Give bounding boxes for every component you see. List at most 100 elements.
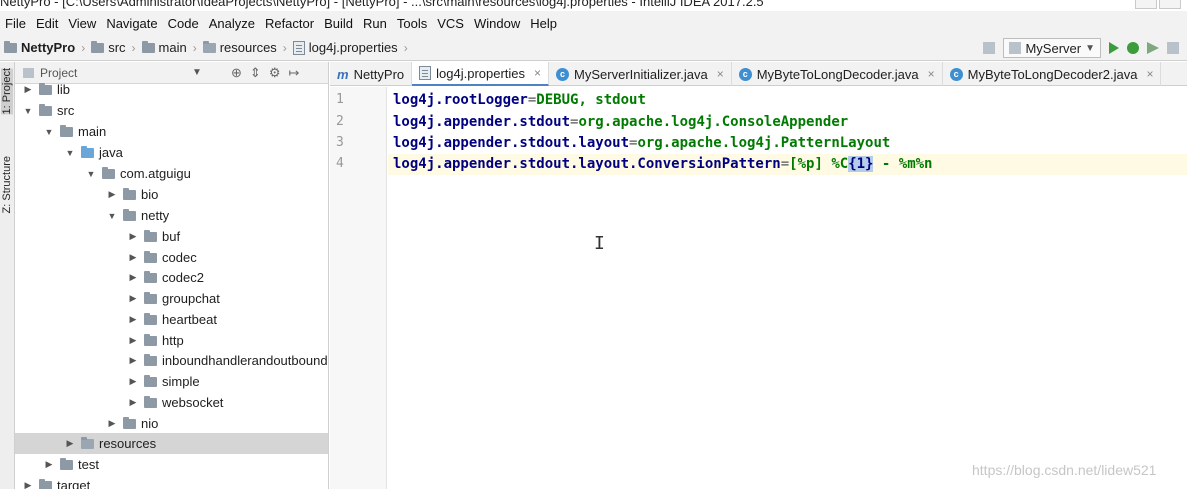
- chevron-right-icon[interactable]: ▶: [42, 459, 56, 470]
- chevron-right-icon[interactable]: ▶: [63, 438, 77, 449]
- tree-item-bio[interactable]: ▶ bio: [15, 184, 328, 205]
- breadcrumb-resources[interactable]: resources: [199, 40, 281, 55]
- chevron-right-icon[interactable]: ▶: [105, 418, 119, 429]
- chevron-right-icon[interactable]: ▶: [126, 355, 140, 366]
- menu-run[interactable]: Run: [358, 16, 392, 31]
- menu-vcs[interactable]: VCS: [432, 16, 469, 31]
- tree-item-label: codec: [162, 250, 197, 265]
- run-icon[interactable]: [1109, 42, 1119, 54]
- folder-icon: [39, 478, 52, 489]
- tree-item-src[interactable]: ▼ src: [15, 100, 328, 121]
- chevron-right-icon[interactable]: ▶: [126, 252, 140, 263]
- chevron-right-icon[interactable]: ▶: [126, 314, 140, 325]
- resources-folder-icon: [81, 436, 94, 449]
- tree-item-java[interactable]: ▼ java: [15, 142, 328, 163]
- tree-item-groupchat[interactable]: ▶ groupchat: [15, 288, 328, 309]
- chevron-down-icon[interactable]: ▼: [21, 106, 35, 116]
- close-icon[interactable]: ×: [717, 67, 724, 81]
- editor-tab-mybytetolongdecoder-java[interactable]: c MyByteToLongDecoder.java ×: [732, 62, 943, 86]
- build-icon[interactable]: [983, 42, 996, 54]
- code-line-2[interactable]: log4j.appender.stdout=org.apache.log4j.C…: [393, 114, 848, 130]
- close-icon[interactable]: ×: [928, 67, 935, 81]
- tree-item-nio[interactable]: ▶ nio: [15, 413, 328, 434]
- tree-item-com-atguigu[interactable]: ▼ com.atguigu: [15, 163, 328, 184]
- tree-item-netty[interactable]: ▼ netty: [15, 205, 328, 226]
- code-line-4[interactable]: log4j.appender.stdout.layout.ConversionP…: [393, 156, 933, 172]
- menu-tools[interactable]: Tools: [392, 16, 432, 31]
- close-icon[interactable]: ×: [1146, 67, 1153, 81]
- code-line-1[interactable]: log4j.rootLogger=DEBUG, stdout: [393, 92, 646, 108]
- menu-build[interactable]: Build: [319, 16, 358, 31]
- tab-label: log4j.properties: [436, 65, 526, 81]
- tree-item-websocket[interactable]: ▶ websocket: [15, 392, 328, 413]
- tree-item-heartbeat[interactable]: ▶ heartbeat: [15, 309, 328, 330]
- menu-navigate[interactable]: Navigate: [101, 16, 162, 31]
- chevron-down-icon[interactable]: ▼: [63, 148, 77, 158]
- menu-refactor[interactable]: Refactor: [260, 16, 319, 31]
- breadcrumb-file[interactable]: log4j.properties: [289, 40, 402, 55]
- stop-icon[interactable]: [1167, 42, 1179, 54]
- tree-item-label: codec2: [162, 270, 204, 285]
- chevron-right-icon[interactable]: ▶: [126, 335, 140, 346]
- editor-tab-myserverinitializer-java[interactable]: c MyServerInitializer.java ×: [549, 62, 732, 86]
- tree-item-codec[interactable]: ▶ codec: [15, 247, 328, 268]
- tree-item-lib[interactable]: ▶ lib: [15, 79, 328, 100]
- chevron-right-icon[interactable]: ▶: [126, 376, 140, 387]
- tool-tab-structure[interactable]: Z: Structure: [1, 156, 13, 213]
- tree-item-label: target: [57, 478, 91, 489]
- menu-window[interactable]: Window: [469, 16, 525, 31]
- tool-tab-project[interactable]: 1: Project: [1, 68, 13, 115]
- project-panel-title[interactable]: Project: [40, 66, 77, 80]
- editor-tab-nettypro[interactable]: m NettyPro: [330, 62, 413, 86]
- menu-help[interactable]: Help: [525, 16, 562, 31]
- menu-view[interactable]: View: [63, 16, 101, 31]
- run-configuration-select[interactable]: MyServer ▼: [1003, 38, 1101, 58]
- class-icon: c: [738, 67, 752, 81]
- editor-tab-mybytetolongdecoder2-java[interactable]: c MyByteToLongDecoder2.java ×: [943, 62, 1162, 86]
- menu-analyze[interactable]: Analyze: [204, 16, 260, 31]
- editor-tab-log4j-properties[interactable]: log4j.properties ×: [412, 62, 550, 86]
- chevron-right-icon[interactable]: ▶: [126, 293, 140, 304]
- chevron-down-icon[interactable]: ▼: [105, 211, 119, 221]
- chevron-right-icon[interactable]: ▶: [105, 189, 119, 200]
- menu-bar: File Edit View Navigate Code Analyze Refactor B…: [0, 11, 1187, 35]
- watermark: https://blog.csdn.net/lidew521: [972, 462, 1157, 478]
- tree-item-resources[interactable]: ▶ resources: [15, 433, 328, 454]
- run-config-icon: [1009, 42, 1022, 54]
- window-controls[interactable]: [1135, 0, 1181, 9]
- breadcrumb-src[interactable]: src: [87, 40, 129, 55]
- tree-item-main[interactable]: ▼ main: [15, 121, 328, 142]
- debug-icon[interactable]: [1127, 42, 1139, 54]
- tree-item-codec2[interactable]: ▶ codec2: [15, 267, 328, 288]
- chevron-right-icon[interactable]: ▶: [126, 397, 140, 408]
- mouse-ibeam-cursor-icon: I: [594, 233, 605, 254]
- chevron-down-icon[interactable]: ▼: [42, 127, 56, 137]
- close-icon[interactable]: ×: [534, 66, 541, 80]
- window-title: NettyPro - [C:\Users\Administrator\IdeaP…: [0, 0, 764, 9]
- code-line-3[interactable]: log4j.appender.stdout.layout=org.apache.…: [393, 135, 890, 151]
- menu-file[interactable]: File: [0, 16, 31, 31]
- menu-code[interactable]: Code: [163, 16, 204, 31]
- chevron-right-icon[interactable]: ▶: [126, 272, 140, 283]
- breadcrumb-nettypro[interactable]: NettyPro: [0, 40, 79, 55]
- code-editor[interactable]: 1 2 3 4 log4j.rootLogger=DEBUG, stdout l…: [330, 87, 1187, 489]
- tree-item-target[interactable]: ▶ target: [15, 475, 328, 489]
- folder-icon: [91, 40, 105, 53]
- module-icon: m: [337, 66, 349, 82]
- menu-edit[interactable]: Edit: [31, 16, 63, 31]
- left-tool-strip: 1: Project Z: Structure: [0, 62, 15, 489]
- coverage-icon[interactable]: [1147, 42, 1159, 54]
- chevron-down-icon[interactable]: ▼: [192, 67, 202, 78]
- tree-item-http[interactable]: ▶ http: [15, 330, 328, 351]
- chevron-right-icon[interactable]: ▶: [126, 231, 140, 242]
- package-icon: [144, 395, 157, 408]
- tree-item-inboundhandlerandoutbound[interactable]: ▶ inboundhandlerandoutbound: [15, 350, 328, 371]
- tree-item-buf[interactable]: ▶ buf: [15, 226, 328, 247]
- tree-item-simple[interactable]: ▶ simple: [15, 371, 328, 392]
- tree-item-test[interactable]: ▶ test: [15, 454, 328, 475]
- chevron-right-icon[interactable]: ▶: [21, 84, 35, 95]
- chevron-down-icon[interactable]: ▼: [84, 169, 98, 179]
- breadcrumb-main[interactable]: main: [138, 40, 191, 55]
- chevron-right-icon[interactable]: ▶: [21, 480, 35, 489]
- breadcrumb-separator: ›: [403, 40, 408, 55]
